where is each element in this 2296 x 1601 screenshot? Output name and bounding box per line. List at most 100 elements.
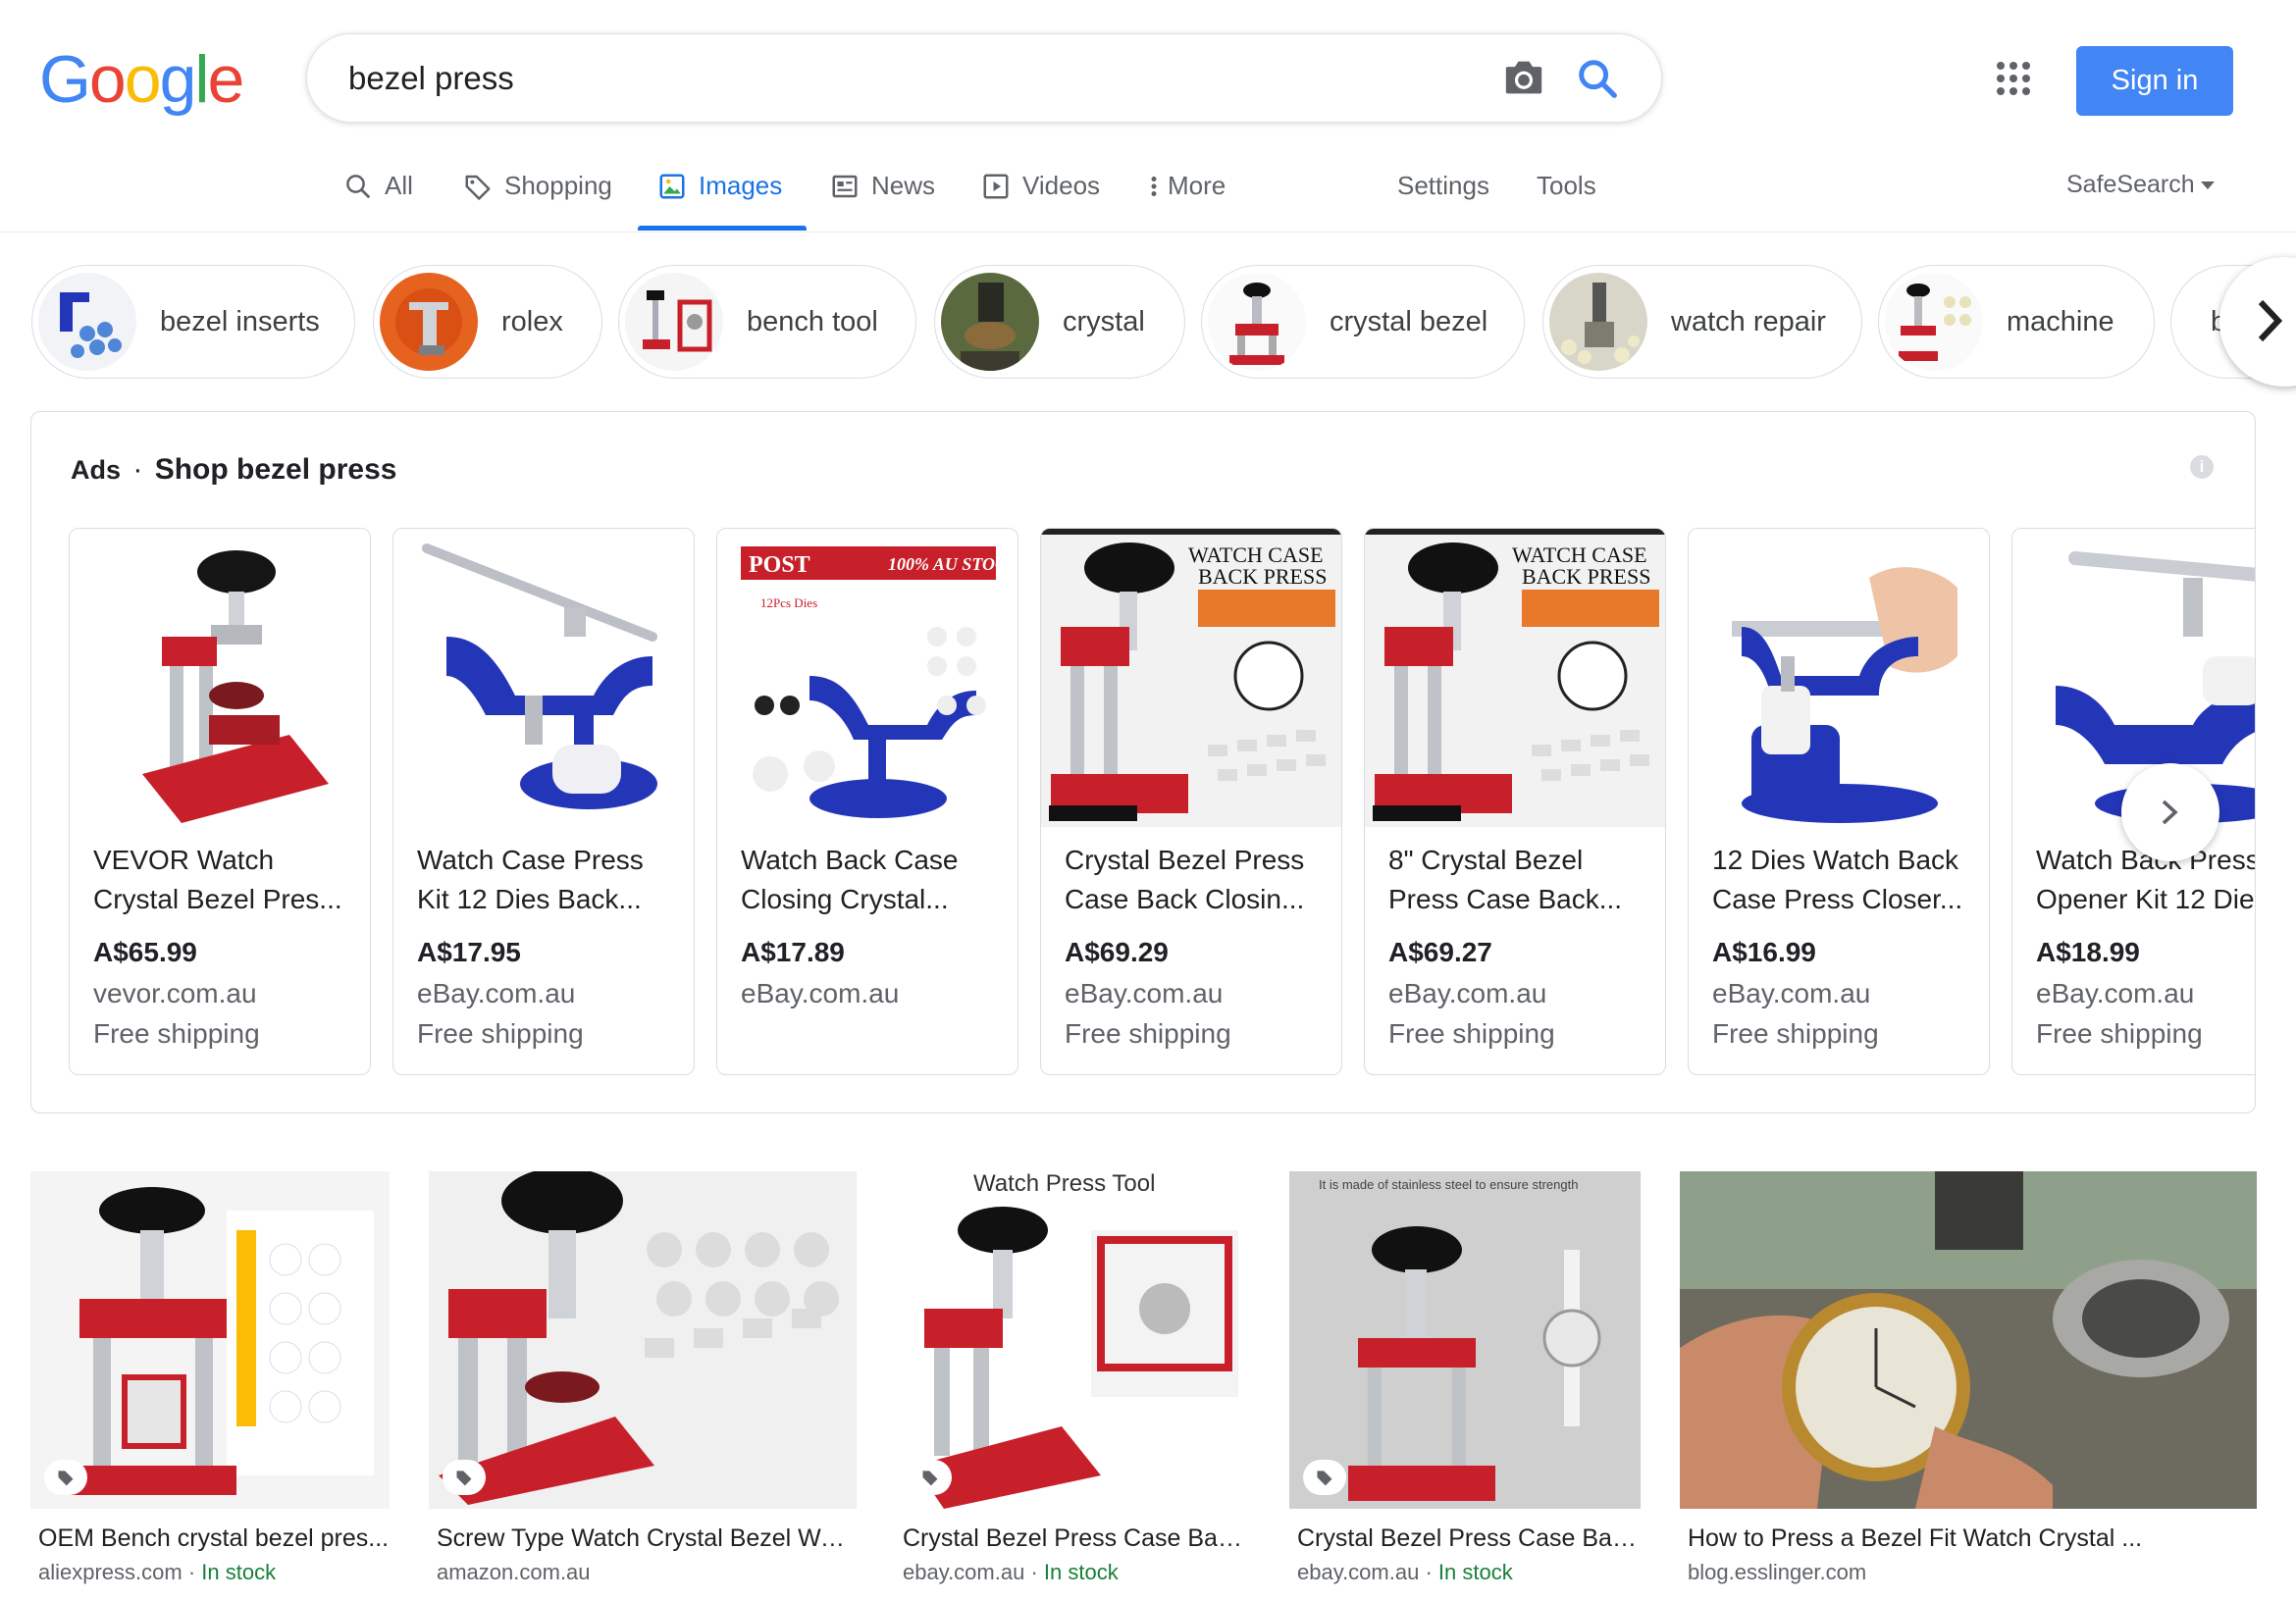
ads-next-button[interactable] [2121,763,2219,861]
product-image [417,539,672,827]
product-image [93,539,348,827]
product-shipping: Free shipping [1065,1018,1231,1049]
search-icon [346,174,371,198]
chip-crystal[interactable]: crystal [934,265,1185,379]
product-card[interactable]: Watch Case Press Kit 12 Dies Back... A$1… [392,528,695,1075]
chip-bezel-inserts[interactable]: bezel inserts [31,265,355,379]
product-shipping: Free shipping [1388,1018,1555,1049]
product-title: Crystal Bezel Press [1065,845,1305,875]
chip-machine[interactable]: machine [1878,265,2155,379]
result-source: amazon.com.au [437,1560,591,1585]
tab-label: Videos [1022,171,1101,200]
product-store: eBay.com.au [1712,978,1871,1008]
image-caption: Watch Press Tool [973,1171,1155,1197]
product-store: eBay.com.au [417,978,576,1008]
result-image [1680,1171,2257,1509]
product-title: 12 Dies Watch Back [1712,845,1959,875]
chip-label: machine [2007,305,2114,337]
tab-videos[interactable]: Videos [981,171,1100,201]
chip-rolex[interactable]: rolex [373,265,602,379]
apps-grid-icon[interactable] [1996,61,2031,96]
logo-letter: l [194,42,209,117]
news-icon [832,175,858,197]
result-title[interactable]: Crystal Bezel Press Case Bac... [903,1524,1250,1553]
product-store: eBay.com.au [1388,978,1547,1008]
search-input[interactable]: bezel press [348,60,514,97]
product-card[interactable]: WATCH CASE BACK PRESS Crystal Bezel Pres… [1040,528,1342,1075]
tab-label: Images [699,171,783,200]
product-title: VEVOR Watch [93,845,275,875]
result-title[interactable]: Crystal Bezel Press Case Bac... [1297,1524,1641,1553]
ads-separator: · [132,453,143,486]
tab-shopping[interactable]: Shopping [463,171,612,201]
product-title-2: Kit 12 Dies Back... [417,884,642,914]
product-card[interactable]: WATCH CASE BACK PRESS 8" Crystal Bezel P… [1364,528,1666,1075]
logo-letter: G [39,42,91,117]
result-image: Watch Press Tool [895,1171,1250,1509]
tab-more[interactable]: More [1148,171,1226,201]
tag-icon [465,175,491,200]
product-title: Watch Case Press [417,845,644,875]
active-tab-indicator [638,226,807,231]
stock-status: In stock [201,1560,277,1584]
product-price: A$69.29 [1065,937,1169,967]
price-tag-badge [1303,1460,1346,1495]
product-card[interactable]: 12 Dies Watch Back Case Press Closer... … [1688,528,1990,1075]
camera-icon[interactable] [1502,58,1545,97]
product-store: vevor.com.au [93,978,257,1008]
chip-label: bezel inserts [160,305,320,337]
result-title[interactable]: Screw Type Watch Crystal Bezel Wat... [437,1524,857,1553]
chip-watch-repair[interactable]: watch repair [1542,265,1862,379]
chip-label: crystal bezel [1330,305,1488,337]
product-card[interactable]: VEVOR Watch Crystal Bezel Pres... A$65.9… [69,528,371,1075]
price-tag-badge [44,1460,87,1495]
settings-link[interactable]: Settings [1397,171,1489,201]
price-tag-badge [909,1460,952,1495]
source-domain: amazon.com.au [437,1560,591,1584]
search-box[interactable]: bezel press [306,33,1662,123]
chip-bench-tool[interactable]: bench tool [618,265,916,379]
image-caption: It is made of stainless steel to ensure … [1319,1177,1578,1192]
google-logo[interactable]: Google [39,41,244,118]
product-price: A$17.89 [741,937,845,967]
product-title-2: Crystal Bezel Pres... [93,884,342,914]
banner-dies: 12Pcs Dies [760,595,817,610]
result-source: ebay.com.au · In stock [903,1560,1119,1584]
product-store: eBay.com.au [1065,978,1224,1008]
source-domain: ebay.com.au [903,1560,1025,1584]
chip-label: crystal [1063,305,1145,337]
tab-all[interactable]: All [343,171,413,201]
safesearch-dropdown[interactable]: SafeSearch [2066,171,2215,199]
chip-thumbnail [38,273,136,371]
play-icon [983,174,1009,198]
ads-prefix: Ads [71,455,122,485]
logo-letter: g [159,42,197,117]
product-title-2: Press Case Back... [1388,884,1623,914]
chip-crystal-bezel[interactable]: crystal bezel [1201,265,1525,379]
tab-images[interactable]: Images [657,171,782,201]
image-icon [659,174,685,198]
safesearch-label: SafeSearch [2066,171,2195,198]
ads-heading: Ads · Shop bezel press [71,453,396,487]
logo-letter: o [124,42,162,117]
sign-in-button[interactable]: Sign in [2076,46,2233,116]
chip-thumbnail [1549,273,1647,371]
info-icon[interactable]: i [2190,455,2214,479]
product-card[interactable]: POST 100% AU STOCK 12Pcs Dies Watch Back… [716,528,1018,1075]
tab-label: News [871,171,936,200]
chip-label: bench tool [747,305,878,337]
search-icon[interactable] [1575,56,1620,101]
price-tag-badge [443,1460,486,1495]
result-title[interactable]: How to Press a Bezel Fit Watch Crystal .… [1688,1524,2257,1553]
product-store: eBay.com.au [741,978,900,1008]
result-title[interactable]: OEM Bench crystal bezel pres... [38,1524,390,1553]
shopping-ads-panel: Ads · Shop bezel press i VEVOR Watch Cry… [30,411,2256,1113]
product-price: A$65.99 [93,937,197,967]
product-shipping: Free shipping [93,1018,260,1049]
source-domain: ebay.com.au [1297,1560,1420,1584]
chip-thumbnail [1208,273,1306,371]
product-title-2: Closing Crystal... [741,884,949,914]
result-source: aliexpress.com · In stock [38,1560,277,1584]
tab-news[interactable]: News [830,171,935,201]
tools-link[interactable]: Tools [1537,171,1596,201]
